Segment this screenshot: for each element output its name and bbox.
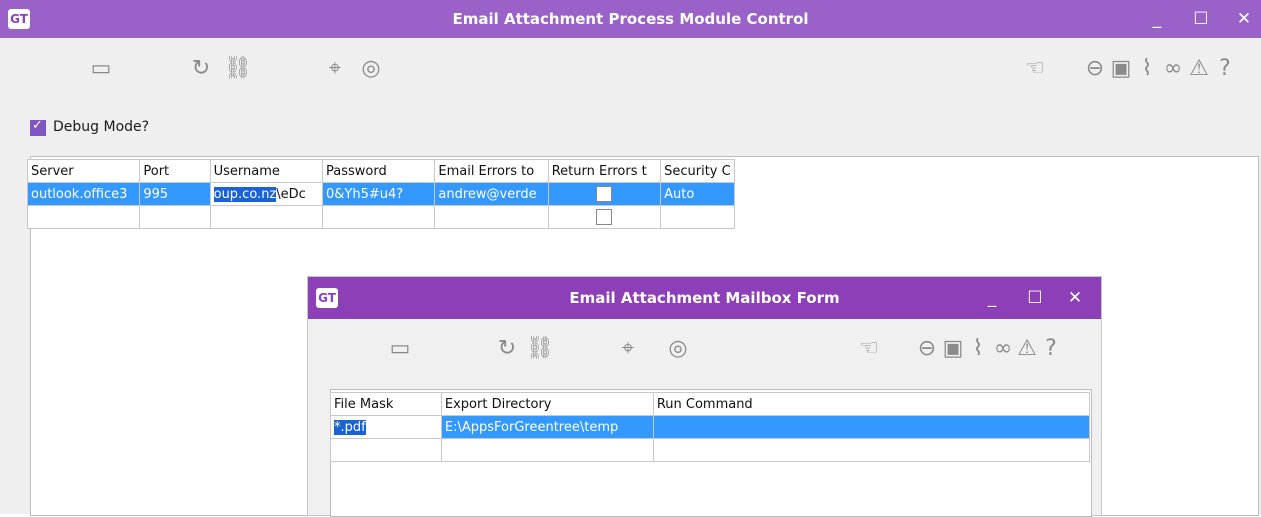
col-header-return-errors[interactable]: Return Errors t (547, 159, 662, 183)
pointer-icon[interactable]: ☜ (856, 337, 882, 361)
back-icon[interactable]: ⊖ (914, 337, 940, 361)
grid-header-row: File Mask Export Directory Run Command (330, 392, 1091, 416)
warning-icon[interactable]: ⚠ (1014, 337, 1040, 361)
username-cell[interactable]: oup.co.nz\eDc (209, 182, 323, 206)
col-header-email-errors-to[interactable]: Email Errors to (434, 159, 549, 183)
link-nodes-icon[interactable]: ⛓ (526, 337, 554, 361)
password-cell[interactable]: 0&Yh5#u4? (321, 182, 436, 206)
file-mask-selected-text: *.pdf (334, 419, 366, 435)
export-directory-cell[interactable] (440, 438, 654, 462)
document-icon[interactable]: ▣ (1108, 57, 1134, 81)
export-directory-cell[interactable]: E:\AppsForGreentree\temp (440, 415, 654, 439)
table-row[interactable]: outlook.office3 995 oup.co.nz\eDc 0&Yh5#… (26, 182, 735, 206)
return-errors-cell[interactable] (547, 205, 662, 229)
attach-icon[interactable]: ⌇ (1134, 57, 1160, 81)
file-mask-cell[interactable] (330, 438, 442, 462)
main-titlebar[interactable]: GT Email Attachment Process Module Contr… (0, 0, 1261, 38)
mailbox-grid: File Mask Export Directory Run Command *… (330, 392, 1091, 462)
save-icon[interactable]: ▭ (88, 57, 114, 81)
sub-titlebar[interactable]: GT Email Attachment Mailbox Form _ ☐ ✕ (308, 277, 1101, 319)
email-errors-to-cell[interactable]: andrew@verde (434, 182, 549, 206)
minimize-button[interactable]: _ (976, 279, 1008, 317)
file-mask-cell[interactable]: *.pdf (330, 415, 442, 439)
run-command-cell[interactable] (652, 415, 1091, 439)
return-errors-checkbox[interactable] (596, 186, 613, 202)
username-cell[interactable] (209, 205, 323, 229)
password-cell[interactable] (321, 205, 436, 229)
chain-icon[interactable]: ∞ (1160, 57, 1186, 81)
maximize-button[interactable]: ☐ (1185, 0, 1217, 38)
email-errors-to-cell[interactable] (434, 205, 549, 229)
security-cell[interactable] (660, 205, 735, 229)
col-header-export-directory[interactable]: Export Directory (440, 392, 654, 416)
table-row[interactable]: *.pdf E:\AppsForGreentree\temp (330, 415, 1091, 439)
debug-mode-checkbox[interactable] (30, 118, 46, 136)
binoculars-icon[interactable]: ⌖ (615, 337, 641, 361)
back-icon[interactable]: ⊖ (1082, 57, 1108, 81)
security-cell[interactable]: Auto (660, 182, 735, 206)
link-nodes-icon[interactable]: ⛓ (224, 57, 252, 81)
col-header-username[interactable]: Username (209, 159, 323, 183)
col-header-run-command[interactable]: Run Command (652, 392, 1091, 416)
mailbox-form-window: GT Email Attachment Mailbox Form _ ☐ ✕ ▭… (307, 276, 1102, 517)
minimize-button[interactable]: _ (1141, 0, 1173, 38)
maximize-button[interactable]: ☐ (1019, 279, 1051, 317)
warning-icon[interactable]: ⚠ (1186, 57, 1212, 81)
return-errors-checkbox[interactable] (596, 209, 613, 225)
grid-header-row: Server Port Username Password Email Erro… (26, 159, 735, 183)
binoculars-icon[interactable]: ⌖ (322, 57, 348, 81)
refresh-icon[interactable]: ↻ (494, 337, 520, 361)
port-cell[interactable]: 995 (139, 182, 211, 206)
server-grid: Server Port Username Password Email Erro… (26, 159, 735, 229)
username-rest-text: \eDc (276, 186, 306, 202)
help-icon[interactable]: ? (1212, 57, 1238, 81)
col-header-server[interactable]: Server (26, 159, 141, 183)
port-cell[interactable] (139, 205, 211, 229)
compass-icon[interactable]: ◎ (358, 57, 384, 81)
document-icon[interactable]: ▣ (940, 337, 966, 361)
col-header-file-mask[interactable]: File Mask (330, 392, 442, 416)
pointer-icon[interactable]: ☜ (1022, 57, 1048, 81)
col-header-password[interactable]: Password (321, 159, 436, 183)
username-selected-text: oup.co.nz (213, 186, 277, 202)
help-icon[interactable]: ? (1038, 337, 1064, 361)
refresh-icon[interactable]: ↻ (188, 57, 214, 81)
window-title: Email Attachment Process Module Control (452, 10, 809, 28)
col-header-security[interactable]: Security C (660, 159, 735, 183)
close-button[interactable]: ✕ (1228, 0, 1260, 38)
server-cell[interactable] (26, 205, 141, 229)
col-header-port[interactable]: Port (139, 159, 211, 183)
debug-mode-label: Debug Mode? (53, 119, 150, 135)
close-button[interactable]: ✕ (1059, 279, 1091, 317)
table-row[interactable] (26, 205, 735, 229)
save-icon[interactable]: ▭ (387, 337, 413, 361)
run-command-cell[interactable] (652, 438, 1091, 462)
table-row[interactable] (330, 438, 1091, 462)
return-errors-cell[interactable] (547, 182, 662, 206)
server-cell[interactable]: outlook.office3 (26, 182, 141, 206)
chain-icon[interactable]: ∞ (990, 337, 1016, 361)
attach-icon[interactable]: ⌇ (965, 337, 991, 361)
compass-icon[interactable]: ◎ (665, 337, 691, 361)
